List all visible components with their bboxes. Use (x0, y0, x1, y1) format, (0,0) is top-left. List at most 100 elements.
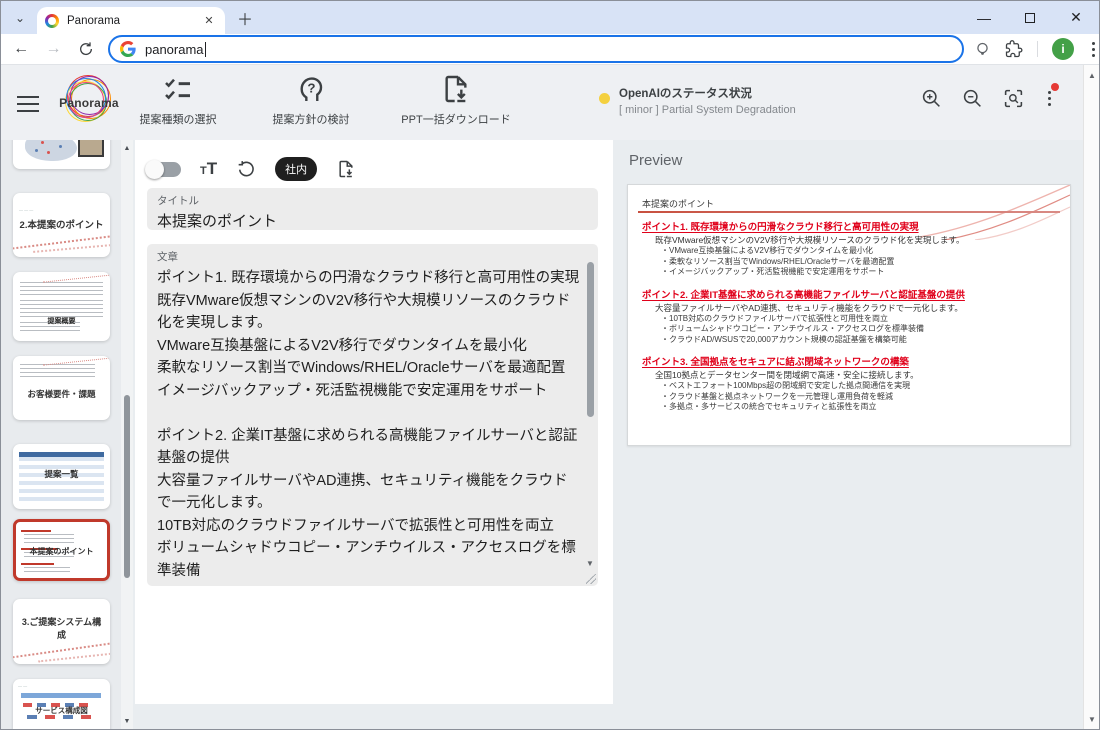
preview-bullet: ・10TB対応のクラウドファイルサーバで拡張性と可用性を両立 (661, 314, 1058, 325)
internal-badge[interactable]: 社内 (275, 157, 317, 181)
preview-section: ポイント1. 既存環境からの円滑なクラウド移行と高可用性の実現既存VMware仮… (642, 219, 1058, 278)
header-action-icons (921, 87, 1055, 110)
app-menu-icon[interactable] (1044, 87, 1055, 110)
tab-title: Panorama (67, 15, 201, 27)
extensions-puzzle-icon[interactable] (1005, 40, 1023, 58)
preview-sections: ポイント1. 既存環境からの円滑なクラウド移行と高可用性の実現既存VMware仮… (642, 219, 1058, 422)
preview-slide-card: 本提案のポイント ポイント1. 既存環境からの円滑なクラウド移行と高可用性の実現… (627, 184, 1071, 446)
close-button[interactable]: ✕ (1067, 9, 1085, 27)
toolbar-right: i (974, 38, 1099, 61)
title-field-label: タイトル (157, 193, 588, 208)
panorama-app: Panorama 提案種類の選択 ? 提案方針の検討 (1, 65, 1083, 729)
reload-button[interactable] (74, 36, 98, 62)
editor-toggle-switch[interactable] (147, 162, 181, 177)
sidebar-scroll-down-icon[interactable]: ▼ (121, 715, 133, 727)
focus-search-icon[interactable] (1003, 88, 1024, 109)
status-title: OpenAIのステータス状況 (619, 85, 796, 101)
tab-search-chevron-icon[interactable]: ⌄ (9, 7, 31, 29)
new-tab-button[interactable]: ＋ (233, 6, 257, 30)
app-header: Panorama 提案種類の選択 ? 提案方針の検討 (1, 65, 1083, 140)
body-field-text: ポイント1. 既存環境からの円滑なクラウド移行と高可用性の実現 既存VMware… (157, 267, 581, 579)
editor-toolbar: TT 社内 (147, 157, 356, 181)
tab-strip: ⌄ Panorama ✕ ＋ — ✕ (1, 1, 1099, 34)
thumbnail-label: 提案概要 (13, 316, 110, 326)
thumbnail-system-config-slide[interactable]: 3.ご提案システム構成 (13, 599, 110, 664)
url-input[interactable]: panorama (145, 42, 204, 57)
window-controls: — ✕ (975, 1, 1093, 34)
thumbnail-overview-slide[interactable]: 提案概要 (13, 272, 110, 341)
browser-tab[interactable]: Panorama ✕ (37, 7, 225, 34)
textarea-scroll-down-icon[interactable]: ▼ (586, 559, 594, 568)
status-detail: [ minor ] Partial System Degradation (619, 104, 796, 116)
preview-section-lead: 大容量ファイルサーバやAD連携、セキュリティ機能をクラウドで一元化します。 (655, 303, 1058, 314)
nav-label: 提案方針の検討 (246, 111, 376, 127)
thumbnail-label: お客様要件・課題 (13, 388, 110, 400)
nav-label: PPT一括ダウンロード (391, 111, 521, 127)
preview-bullet: ・柔軟なリソース割当でWindows/RHEL/Oracleサーバを最適配置 (661, 257, 1058, 268)
sidebar-scrollbar[interactable]: ▲ ▼ (121, 140, 133, 729)
checklist-icon (161, 73, 195, 105)
nav-ppt-download-button[interactable]: PPT一括ダウンロード (391, 73, 521, 127)
browser-toolbar: ← → panorama i (1, 34, 1099, 65)
thumbnail-service-diagram-slide[interactable]: — — サービス構成図 (13, 679, 110, 729)
maximize-icon (1025, 13, 1035, 23)
nav-proposal-policy-button[interactable]: ? 提案方針の検討 (246, 73, 376, 127)
slide-download-icon[interactable] (336, 159, 356, 179)
browser-window: ⌄ Panorama ✕ ＋ — ✕ ← → panorama (0, 0, 1100, 730)
preview-section-heading: ポイント2. 企業IT基盤に求められる高機能ファイルサーバと認証基盤の提供 (642, 287, 1058, 301)
tab-close-icon[interactable]: ✕ (201, 13, 217, 29)
profile-avatar[interactable]: i (1052, 38, 1074, 60)
thumbnail-points-title-slide[interactable]: — — — 2.本提案のポイント (13, 193, 110, 257)
preview-bullet: ・ボリュームシャドウコピー・アンチウイルス・アクセスログを標準装備 (661, 324, 1058, 335)
thumbnail-points-slide-selected[interactable]: 本提案のポイント (13, 519, 110, 581)
preview-bullet: ・多拠点・多サービスの統合でセキュリティと拡張性を両立 (661, 402, 1058, 413)
notification-dot (1051, 83, 1059, 91)
browser-menu-icon[interactable] (1088, 38, 1099, 61)
zoom-in-icon[interactable] (921, 88, 942, 109)
thumbnail-requirements-slide[interactable]: お客様要件・課題 (13, 356, 110, 420)
maximize-button[interactable] (1021, 9, 1039, 27)
preview-slide-title: 本提案のポイント (642, 197, 714, 210)
preview-section: ポイント3. 全国拠点をセキュアに結ぶ閉域ネットワークの構築全国10拠点とデータ… (642, 354, 1058, 413)
page-scrollbar[interactable]: ▲ ▼ (1083, 65, 1099, 729)
sidebar-scrollbar-thumb[interactable] (124, 395, 130, 578)
preview-section-heading: ポイント3. 全国拠点をセキュアに結ぶ閉域ネットワークの構築 (642, 354, 1058, 368)
title-field-value: 本提案のポイント (157, 210, 588, 231)
preview-section: ポイント2. 企業IT基盤に求められる高機能ファイルサーバと認証基盤の提供大容量… (642, 287, 1058, 346)
slide-thumbnail-sidebar: — — — 2.本提案のポイント 提案概要 お客様要件・課題 提案 (1, 140, 121, 729)
page-scroll-down-icon[interactable]: ▼ (1084, 713, 1100, 725)
sidebar-scroll-up-icon[interactable]: ▲ (121, 142, 133, 154)
slide-editor-panel: TT 社内 タイトル 本提案のポイント 文章 (135, 140, 613, 704)
slide-title-underline (638, 211, 1060, 213)
forward-button[interactable]: → (41, 36, 65, 62)
thumbnail-label: 提案一覧 (13, 468, 110, 480)
thumbnail-map-slide[interactable] (13, 140, 110, 169)
thumbnail-proposal-list-slide[interactable]: 提案一覧 (13, 444, 110, 509)
textarea-scrollbar-thumb[interactable] (587, 262, 594, 417)
minimize-button[interactable]: — (975, 9, 993, 27)
preview-section-lead: 全国10拠点とデータセンター間を閉域網で高速・安全に接続します。 (655, 370, 1058, 381)
page-scroll-up-icon[interactable]: ▲ (1084, 69, 1100, 81)
preview-section-heading: ポイント1. 既存環境からの円滑なクラウド移行と高可用性の実現 (642, 219, 1058, 233)
thumbnail-label: サービス構成図 (13, 705, 110, 716)
textarea-scrollbar[interactable]: ▼ (586, 252, 595, 578)
ppt-download-icon (439, 73, 473, 105)
zoom-out-icon[interactable] (962, 88, 983, 109)
nav-label: 提案種類の選択 (113, 111, 243, 127)
title-field[interactable]: タイトル 本提案のポイント (147, 188, 598, 230)
preview-bullet: ・ベストエフォート100Mbps超の閉域網で安定した拠点間通信を実現 (661, 381, 1058, 392)
textarea-resize-handle[interactable] (586, 574, 596, 584)
nav-proposal-type-button[interactable]: 提案種類の選択 (113, 73, 243, 127)
preview-bullet: ・クラウド基盤と拠点ネットワークを一元管理し運用負荷を軽減 (661, 392, 1058, 403)
back-button[interactable]: ← (9, 36, 33, 62)
thumbnail-label: 2.本提案のポイント (13, 217, 110, 231)
svg-text:?: ? (307, 80, 315, 95)
regenerate-icon[interactable] (236, 159, 256, 179)
preview-panel: Preview 本提案のポイント ポイント1. 既存環境からの円滑なクラウド移行… (613, 140, 1083, 729)
lens-icon[interactable] (974, 41, 991, 58)
address-bar[interactable]: panorama (108, 35, 964, 63)
text-format-icon[interactable]: TT (200, 159, 217, 179)
thumbnail-label: 本提案のポイント (16, 546, 107, 557)
hamburger-menu-icon[interactable] (17, 91, 39, 117)
body-textarea[interactable]: 文章 ポイント1. 既存環境からの円滑なクラウド移行と高可用性の実現 既存VMw… (147, 244, 598, 586)
